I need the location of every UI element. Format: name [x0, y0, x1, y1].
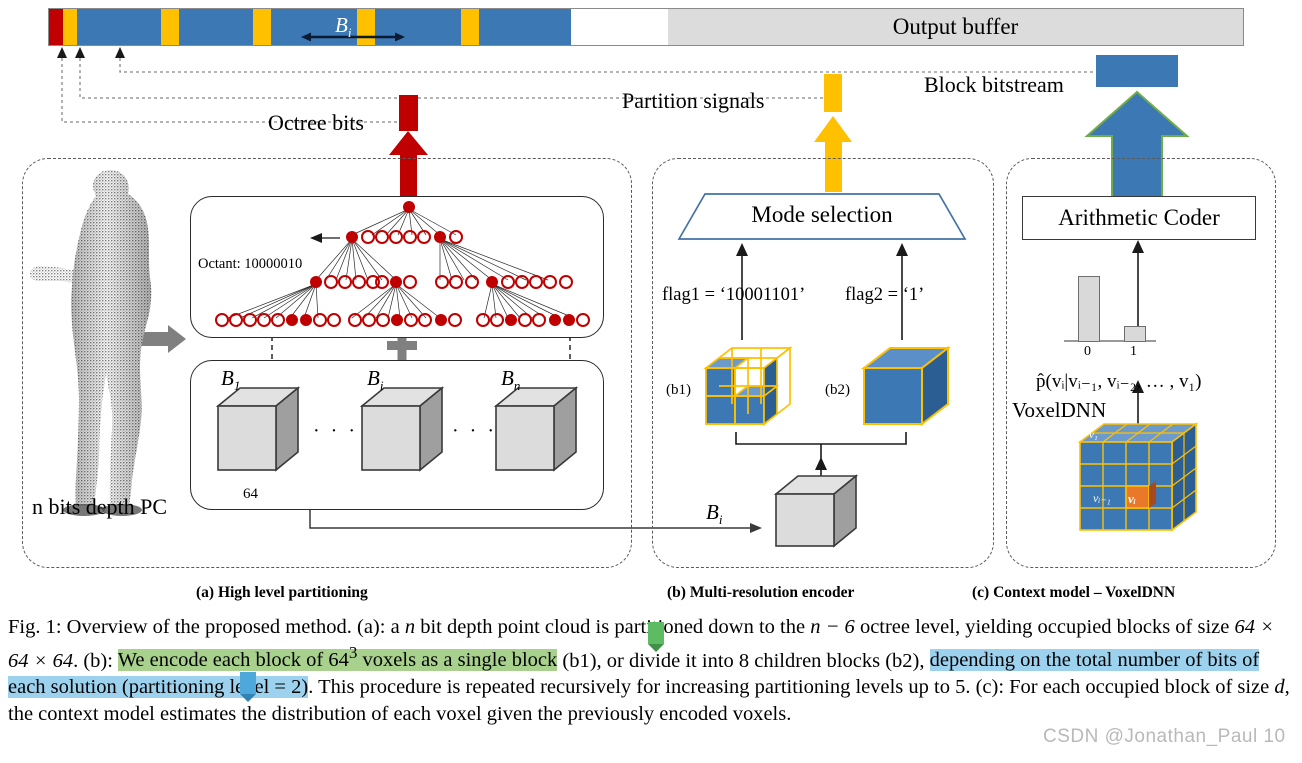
- section-a-caption: (a) High level partitioning: [196, 584, 368, 601]
- watermark-text: CSDN @Jonathan_Paul 10: [1043, 726, 1286, 747]
- block-size-label: 64: [243, 486, 258, 502]
- caption-text-4: yielding occupied blocks of size: [965, 616, 1235, 638]
- section-c-caption: (c) Context model – VoxelDNN: [972, 584, 1176, 601]
- caption-hl-green-text2: voxels as a single block: [357, 649, 558, 672]
- block-bitstream-label: Block bitstream: [924, 72, 1064, 97]
- caption-highlight-green: We encode each block of 643 voxels as a …: [117, 644, 558, 672]
- flag1-label: flag1 = ‘10001101’: [662, 285, 806, 305]
- octant-label: Octant: 10000010: [198, 256, 303, 272]
- partition-signal-segment: [161, 9, 179, 45]
- caption-text-1: Fig. 1: Overview of the proposed method.…: [8, 616, 405, 638]
- caption-var-d: d: [1274, 676, 1285, 699]
- octree-bits-label: Octree bits: [268, 110, 364, 135]
- partition-signal-segment: [253, 9, 271, 45]
- arithmetic-coder-box: Arithmetic Coder: [1022, 196, 1256, 240]
- section-b-caption: (b) Multi-resolution encoder: [667, 584, 855, 601]
- buffer-tick-arrow: [57, 47, 67, 58]
- caption-text-9: repeated recursively for increasing part…: [465, 676, 1275, 699]
- octree-bits-segment: [49, 9, 63, 45]
- caption-text-3: octree level,: [854, 616, 961, 638]
- b1-label: (b1): [666, 382, 691, 398]
- histogram-bar: [1124, 326, 1146, 342]
- partition-signal-segment: [461, 9, 479, 45]
- blocks-ellipsis-left: · · ·: [313, 420, 358, 442]
- caption-var-n: n: [404, 616, 416, 638]
- block-nth-label: Bn: [501, 366, 521, 394]
- caption-text-5: . (b):: [73, 649, 118, 672]
- buffer-tick-arrow: [115, 47, 125, 58]
- caption-text-6: (b1), or divide it: [557, 649, 697, 672]
- caption-text-2: bit depth point cloud is partitioned dow…: [415, 616, 811, 638]
- block-bitstream-segment: [179, 9, 253, 45]
- block-ith-label: Bi: [367, 366, 384, 394]
- caption-var-n-minus-6: n − 6: [810, 616, 855, 638]
- encoder-block-label: Bi: [706, 500, 723, 528]
- output-buffer-bar: Output buffer Bi: [48, 8, 1244, 46]
- histogram-tick-label: 0: [1084, 344, 1091, 359]
- output-buffer-label: Output buffer: [668, 9, 1243, 45]
- block-bitstream-segment: [479, 9, 571, 45]
- block-width-arrow: [301, 32, 405, 42]
- voxeldnn-label: VoxelDNN: [1012, 398, 1107, 422]
- figure-caption: Fig. 1: Overview of the proposed method.…: [8, 614, 1296, 727]
- mode-selection-label: Mode selection: [751, 202, 893, 227]
- blocks-ellipsis-right: · · ·: [452, 420, 497, 442]
- partition-signals-label: Partition signals: [622, 88, 765, 113]
- caption-text-11: estimates the distribution of each voxel…: [160, 702, 792, 725]
- caption-hl-green-text1: We encode each block of 64: [117, 649, 349, 672]
- block-first-label: B1: [221, 366, 241, 394]
- buffer-tick-arrow: [75, 47, 85, 58]
- b2-label: (b2): [825, 382, 850, 398]
- buffer-block-label: Bi: [335, 13, 352, 41]
- partition-signal-segment: [63, 9, 77, 45]
- caption-text-8: . This procedure is: [308, 676, 461, 699]
- block-bitstream-segment: [77, 9, 161, 45]
- point-cloud-label: n bits depth PC: [32, 494, 168, 519]
- probability-label: p̂(vᵢ|vᵢ₋₁, vᵢ₋₂, … , v₁): [1036, 371, 1202, 392]
- flag2-label: flag2 = ‘1’: [845, 285, 925, 305]
- caption-text-7: into 8 children blocks (b2),: [701, 649, 930, 672]
- histogram-bar: [1078, 276, 1100, 342]
- histogram-tick-label: 1: [1130, 344, 1137, 359]
- block-bitstream-route: [119, 58, 1137, 73]
